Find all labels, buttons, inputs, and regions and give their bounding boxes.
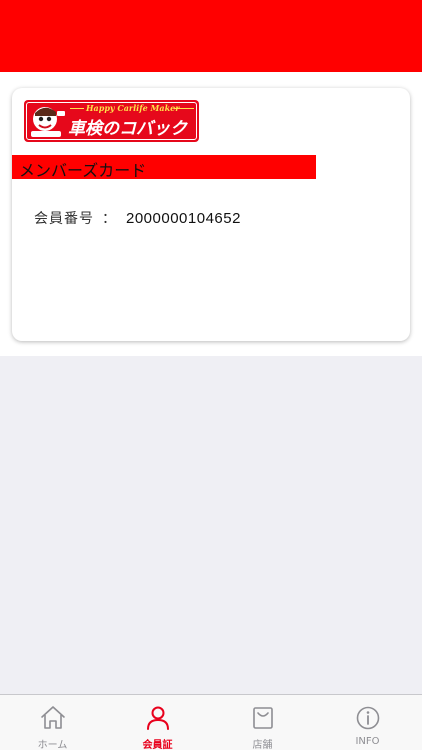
- logo-name: 車検のコバック: [68, 119, 187, 139]
- info-icon: [356, 706, 380, 730]
- mascot-icon: [31, 107, 65, 137]
- tab-home[interactable]: ホーム: [0, 695, 105, 750]
- logo-rule-left: [70, 108, 84, 109]
- tab-info[interactable]: INFO: [315, 695, 420, 750]
- tab-membership-card-label: 会員証: [142, 740, 173, 750]
- card-title: メンバーズカード: [19, 161, 147, 180]
- card-title-band: メンバーズカード: [12, 155, 316, 180]
- shopping-bag-icon: [253, 707, 273, 729]
- tab-stores[interactable]: 店舗: [210, 695, 315, 750]
- tab-info-label: INFO: [355, 736, 380, 747]
- person-icon: [147, 706, 169, 730]
- member-number-row: 会員番号 ： 2000000104652: [34, 208, 241, 228]
- tab-membership-card[interactable]: 会員証: [105, 695, 210, 750]
- top-header-bar: [0, 0, 422, 72]
- tab-stores-label: 店舗: [252, 740, 273, 750]
- home-icon: [41, 706, 65, 729]
- member-number-label: 会員番号: [34, 211, 94, 227]
- member-number-value: 2000000104652: [126, 210, 241, 227]
- membership-card: Happy Carlife Maker 車検のコバック メンバーズカード 会員番…: [12, 88, 410, 341]
- logo-rule-right: [174, 108, 194, 109]
- bottom-tab-bar: ホーム 会員証 店舗 INFO: [0, 694, 422, 750]
- tab-home-label: ホーム: [37, 740, 68, 750]
- member-number-separator: ：: [102, 211, 116, 227]
- app-screen: Happy Carlife Maker 車検のコバック メンバーズカード 会員番…: [0, 0, 422, 750]
- kobakku-logo: Happy Carlife Maker 車検のコバック: [24, 100, 199, 142]
